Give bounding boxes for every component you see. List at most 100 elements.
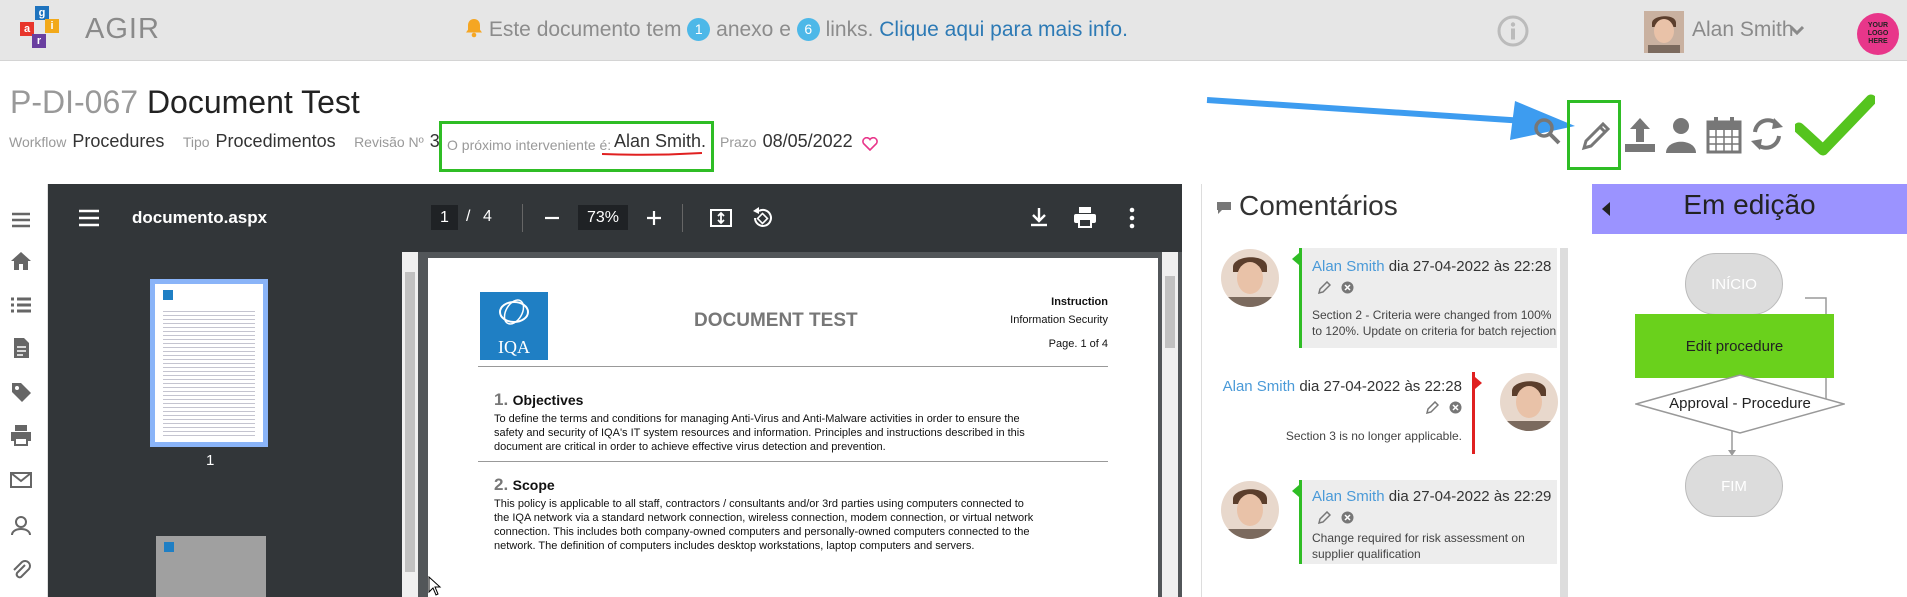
comment-date: 27-04-2022 [1412, 258, 1490, 275]
document-code: P-DI-067 [10, 84, 139, 120]
comment-card: Alan Smith dia 27-04-2022 às 22:28 Secti… [1292, 248, 1557, 348]
page-current: 1 [440, 209, 449, 226]
delete-icon[interactable] [1341, 281, 1354, 294]
app-logo[interactable]: a g i r [20, 6, 60, 50]
upload-icon[interactable] [1623, 114, 1657, 154]
section-2-line: network. The definition of computers inc… [494, 540, 975, 552]
thumb-logo [163, 290, 173, 300]
info-icon[interactable] [1496, 14, 1530, 48]
top-bar: a g i r AGIR Este documento tem 1 anexo … [0, 0, 1907, 61]
calendar-icon[interactable] [1706, 116, 1742, 154]
comment-meta: Alan Smith dia 27-04-2022 às 22:29 [1312, 486, 1552, 530]
rotate-icon[interactable] [750, 206, 774, 230]
print-icon[interactable] [1073, 206, 1097, 228]
comment-time: 22:29 [1513, 488, 1552, 505]
thumbnail-scrollbar[interactable] [402, 252, 418, 597]
workflow-status: Em edição [1683, 189, 1816, 220]
page-number-input[interactable]: 1 [431, 205, 458, 230]
document-meta: Workflow Procedures Tipo Procedimentos Rev… [9, 131, 454, 157]
comments-title: Comentários [1239, 190, 1398, 221]
comment-text: Section 3 is no longer applicable. [1286, 428, 1462, 444]
contacts-icon[interactable] [10, 514, 32, 536]
sidebar-toggle-icon[interactable] [78, 208, 100, 228]
scrollbar-thumb[interactable] [1165, 276, 1175, 348]
comment-author[interactable]: Alan Smith [1312, 488, 1385, 505]
comment-day-label: dia [1388, 488, 1409, 505]
home-icon[interactable] [10, 250, 32, 272]
mail-icon[interactable] [10, 469, 32, 491]
comment-pointer [1292, 485, 1299, 497]
comments-panel: Comentários Alan Smith dia 27-04-2022 às… [1201, 184, 1587, 597]
comment-pointer [1292, 253, 1299, 265]
user-icon[interactable] [1664, 116, 1698, 154]
type-value: Procedimentos [215, 131, 336, 151]
section-1-number: 1. [494, 390, 509, 409]
mouse-cursor-icon [428, 576, 442, 596]
thumb-logo [164, 542, 174, 552]
comment-author[interactable]: Alan Smith [1312, 258, 1385, 275]
attachments-badge: 1 [687, 18, 711, 41]
zoom-out-icon[interactable] [543, 209, 561, 227]
zoom-input[interactable]: 73% [578, 205, 628, 230]
avatar[interactable] [1644, 11, 1684, 53]
flow-node-edit-label: Edit procedure [1685, 338, 1784, 355]
section-2-line: connection. This includes both company-o… [494, 526, 1030, 538]
thumbnail-page-label: 1 [206, 452, 215, 469]
list-icon[interactable] [10, 294, 32, 316]
section-1-title: Objectives [512, 392, 584, 408]
deadline-value: 08/05/2022 [762, 131, 853, 151]
document-notice[interactable]: Este documento tem 1 anexo e 6 links. Cl… [465, 18, 1128, 42]
company-logo-line: HERE [1868, 38, 1888, 45]
scrollbar-thumb[interactable] [405, 272, 415, 572]
chevron-down-icon[interactable] [1790, 24, 1804, 36]
delete-icon[interactable] [1341, 511, 1354, 524]
avatar-face-icon [1221, 481, 1279, 539]
document-icon[interactable] [10, 337, 32, 359]
pdf-toolbar: documento.aspx 1 / 4 73% [48, 184, 1182, 252]
approve-check-icon[interactable] [1795, 94, 1875, 156]
bell-icon [466, 19, 482, 38]
heart-icon[interactable] [862, 137, 878, 151]
search-icon[interactable] [1532, 116, 1562, 146]
comment-text-line: supplier qualification [1312, 547, 1421, 561]
more-options-icon[interactable] [1128, 206, 1136, 230]
delete-icon[interactable] [1449, 401, 1462, 414]
comments-scrollbar[interactable] [1560, 248, 1568, 597]
page-thumbnail-1[interactable] [150, 279, 268, 447]
doc-header-right-2: Information Security [1010, 314, 1108, 326]
print-icon[interactable] [10, 424, 32, 446]
logo-tile-g: g [35, 6, 49, 20]
notice-text-mid1: anexo e [716, 18, 791, 41]
tag-icon[interactable] [10, 381, 32, 403]
edit-pencil-icon[interactable] [1317, 510, 1332, 525]
comment-author[interactable]: Alan Smith [1223, 378, 1296, 395]
comment-at-label: às [1404, 378, 1421, 395]
avatar-face-icon [1500, 373, 1558, 431]
comment-time: 22:28 [1424, 378, 1462, 395]
attachment-icon[interactable] [10, 559, 32, 581]
page-scrollbar[interactable] [1162, 252, 1178, 597]
edit-pencil-icon[interactable] [1425, 400, 1439, 415]
logo-tile-i: i [45, 19, 59, 33]
type-label: Tipo [182, 134, 210, 150]
toolbar-divider [522, 204, 523, 232]
comment-text: Change required for risk assessment on s… [1312, 530, 1557, 562]
more-info-link[interactable]: Clique aqui para mais info. [879, 18, 1128, 41]
comment-pointer [1475, 377, 1482, 389]
comment-card: Alan Smith dia 27-04-2022 às 22:29 Chang… [1292, 480, 1557, 564]
download-icon[interactable] [1028, 206, 1050, 228]
edit-pencil-icon[interactable] [1578, 118, 1614, 154]
logo-tile-r: r [32, 34, 46, 48]
edit-pencil-icon[interactable] [1317, 280, 1332, 295]
menu-icon[interactable] [10, 209, 32, 231]
workflow-header: Em edição [1592, 184, 1907, 234]
revision-label: Revisão Nº [354, 134, 424, 150]
refresh-icon[interactable] [1748, 114, 1786, 154]
notice-text-mid2: links. [825, 18, 874, 41]
left-nav [0, 184, 48, 597]
fit-page-icon[interactable] [710, 207, 732, 229]
page-thumbnail-2[interactable] [156, 536, 266, 597]
user-name[interactable]: Alan Smith [1692, 18, 1794, 42]
zoom-in-icon[interactable] [645, 209, 663, 227]
thumbnail-panel: 1 [48, 252, 418, 597]
